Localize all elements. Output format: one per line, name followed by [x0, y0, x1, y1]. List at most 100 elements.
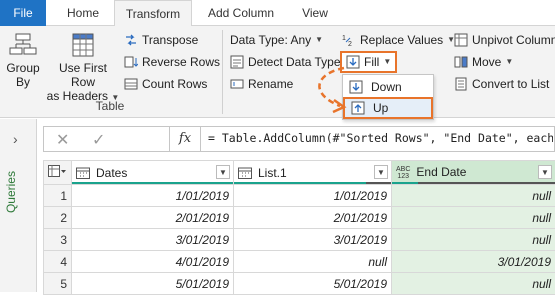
column-header-end-date-label: End Date	[416, 165, 466, 179]
svg-text:1: 1	[342, 35, 346, 42]
rename-label: Rename	[248, 76, 293, 92]
cell-dates[interactable]: 2/01/2019	[72, 207, 234, 229]
move-label: Move	[472, 54, 501, 70]
move-button[interactable]: Move ▼	[454, 54, 513, 70]
chevron-down-icon: ▼	[505, 54, 513, 70]
ribbon-tabs: File Home Transform Add Column View	[0, 0, 555, 26]
column-quality-bar	[392, 182, 418, 185]
data-type-dropdown[interactable]: Data Type: Any ▼	[230, 32, 323, 48]
count-rows-icon	[124, 77, 138, 91]
group-by-button[interactable]: Group By	[2, 32, 44, 89]
transpose-button[interactable]: Transpose	[124, 32, 198, 48]
chevron-down-icon[interactable]: ▼	[216, 165, 230, 179]
replace-values-label: Replace Values	[360, 32, 443, 48]
cell-end-date[interactable]: null	[392, 273, 555, 295]
data-grid: Dates ▼ List.1 ▼ ABC123 End Date ▼	[43, 160, 555, 292]
table-row[interactable]: 4 4/01/2019 null 3/01/2019	[44, 251, 555, 273]
use-first-row-button[interactable]: Use First Row as Headers ▼	[46, 32, 120, 105]
table-row[interactable]: 1 1/01/2019 1/01/2019 null	[44, 185, 555, 207]
ribbon: Group By Use First Row as Headers ▼ Tran…	[0, 26, 555, 118]
group-by-icon	[8, 32, 38, 58]
count-rows-button[interactable]: Count Rows	[124, 76, 207, 92]
count-rows-label: Count Rows	[142, 76, 207, 92]
table-headers-icon	[68, 32, 98, 58]
column-header-end-date[interactable]: ABC123 End Date ▼	[392, 161, 555, 185]
transpose-icon	[124, 33, 138, 47]
annotation-arrow	[300, 60, 360, 120]
table-row[interactable]: 3 3/01/2019 3/01/2019 null	[44, 229, 555, 251]
rename-button[interactable]: Rename	[230, 76, 293, 92]
table-icon	[48, 165, 66, 177]
chevron-down-icon: ▼	[315, 32, 323, 48]
queries-label[interactable]: Queries	[4, 171, 18, 213]
cell-end-date[interactable]: null	[392, 229, 555, 251]
close-icon[interactable]: ✕	[56, 130, 69, 150]
cell-dates[interactable]: 1/01/2019	[72, 185, 234, 207]
convert-to-list-button[interactable]: Convert to List	[454, 76, 549, 92]
column-header-list1[interactable]: List.1 ▼	[234, 161, 392, 185]
cell-dates[interactable]: 4/01/2019	[72, 251, 234, 273]
cell-list1[interactable]: 3/01/2019	[234, 229, 392, 251]
reverse-rows-icon	[124, 55, 138, 69]
ribbon-divider	[222, 30, 223, 114]
tab-add-column[interactable]: Add Column	[196, 0, 286, 26]
cell-list1[interactable]: 1/01/2019	[234, 185, 392, 207]
tab-home[interactable]: Home	[56, 0, 110, 26]
chevron-down-icon[interactable]: ▼	[374, 165, 388, 179]
any-type-icon: ABC123	[396, 166, 410, 180]
transpose-label: Transpose	[142, 32, 198, 48]
svg-text:2: 2	[348, 41, 352, 47]
row-number: 4	[44, 251, 72, 273]
fx-icon[interactable]: fx	[169, 127, 201, 151]
tab-file[interactable]: File	[0, 0, 46, 26]
calendar-icon	[76, 167, 90, 179]
check-icon[interactable]: ✓	[92, 130, 105, 150]
any-type-123: 123	[397, 173, 409, 180]
row-number: 5	[44, 273, 72, 295]
cell-list1[interactable]: 2/01/2019	[234, 207, 392, 229]
chevron-right-icon[interactable]: ›	[13, 131, 18, 147]
column-quality-bar	[72, 182, 233, 185]
formula-input[interactable]: = Table.AddColumn(#"Sorted Rows", "End D…	[208, 131, 553, 145]
column-quality-bar	[234, 182, 366, 185]
replace-values-button[interactable]: 12 Replace Values ▼	[342, 32, 455, 48]
tab-view[interactable]: View	[292, 0, 338, 26]
group-by-label-2: By	[2, 75, 44, 89]
unpivot-icon	[454, 33, 468, 47]
cell-dates[interactable]: 3/01/2019	[72, 229, 234, 251]
column-quality-empty-bar	[366, 182, 391, 185]
fill-down-label: Down	[371, 80, 402, 94]
fill-label: Fill	[364, 54, 379, 70]
column-header-dates[interactable]: Dates ▼	[72, 161, 234, 185]
tab-transform[interactable]: Transform	[114, 0, 192, 27]
reverse-rows-button[interactable]: Reverse Rows	[124, 54, 220, 70]
group-by-label-1: Group	[2, 61, 44, 75]
cell-list1[interactable]: 5/01/2019	[234, 273, 392, 295]
unpivot-columns-button[interactable]: Unpivot Column	[454, 32, 555, 48]
row-number: 2	[44, 207, 72, 229]
formula-bar: ✕ ✓ fx = Table.AddColumn(#"Sorted Rows",…	[43, 126, 555, 152]
reverse-rows-label: Reverse Rows	[142, 54, 220, 70]
calendar-icon	[238, 167, 252, 179]
detect-data-type-icon	[230, 55, 244, 69]
column-header-dates-label: Dates	[96, 166, 127, 180]
unpivot-columns-label: Unpivot Column	[472, 32, 555, 48]
any-type-abc: ABC	[396, 166, 410, 173]
cell-list1[interactable]: null	[234, 251, 392, 273]
chevron-down-icon[interactable]: ▼	[538, 165, 552, 179]
cell-end-date[interactable]: 3/01/2019	[392, 251, 555, 273]
cell-end-date[interactable]: null	[392, 207, 555, 229]
fill-up-label: Up	[373, 101, 388, 115]
convert-to-list-label: Convert to List	[472, 76, 549, 92]
table-row[interactable]: 5 5/01/2019 5/01/2019 null	[44, 273, 555, 295]
table-row[interactable]: 2 2/01/2019 2/01/2019 null	[44, 207, 555, 229]
chevron-down-icon: ▼	[383, 54, 391, 70]
cell-dates[interactable]: 5/01/2019	[72, 273, 234, 295]
cell-end-date[interactable]: null	[392, 185, 555, 207]
table-menu-button[interactable]	[44, 161, 72, 185]
use-first-row-label-1: Use First Row	[46, 61, 120, 89]
table-group-label: Table	[0, 99, 220, 113]
convert-to-list-icon	[454, 77, 468, 91]
rename-icon	[230, 77, 244, 91]
data-type-label: Data Type: Any	[230, 32, 311, 48]
